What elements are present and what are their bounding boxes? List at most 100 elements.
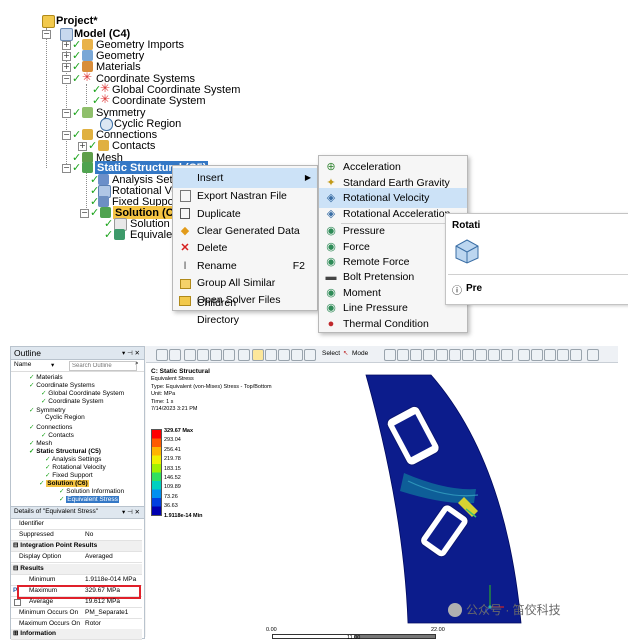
thermal-icon: ●: [327, 318, 335, 330]
menu-item-insert[interactable]: Insert ▶: [173, 168, 317, 188]
zoom-fit-icon[interactable]: [291, 349, 303, 361]
tree-connector: [86, 84, 87, 104]
outline-item-static-structural[interactable]: ✓ Static Structural (C5): [29, 447, 101, 455]
details-section-information[interactable]: ⊞ Information: [11, 629, 142, 640]
result-header: Equivalent Stress Type: Equivalent (von-…: [151, 376, 272, 412]
select-vertex-icon[interactable]: [384, 349, 396, 361]
select-mode-button[interactable]: Select: [322, 350, 340, 357]
outline-item-rotational-velocity[interactable]: ✓ Rotational Velocity: [45, 463, 106, 471]
clipboard-icon[interactable]: [531, 349, 543, 361]
clipboard-icon[interactable]: [544, 349, 556, 361]
menu-item-open-solver-dir[interactable]: Open Solver Files Directory: [173, 290, 317, 326]
extend-icon[interactable]: [501, 349, 513, 361]
contour-legend-bar[interactable]: [151, 429, 162, 516]
outline-item-solution[interactable]: ✓ Solution (C6): [39, 479, 89, 487]
render-icon[interactable]: [223, 349, 235, 361]
search-icon[interactable]: ⌕: [135, 360, 139, 368]
expand-toggle[interactable]: +: [62, 52, 71, 61]
view-cube-icon[interactable]: [184, 349, 196, 361]
collapse-toggle[interactable]: −: [80, 209, 89, 218]
outline-item-symmetry[interactable]: ✓ Symmetry: [29, 406, 66, 414]
rotate-icon[interactable]: [238, 349, 250, 361]
submenu-item-thermal-condition[interactable]: ● Thermal Condition: [319, 314, 467, 334]
select-face-icon[interactable]: [410, 349, 422, 361]
details-row-identifier[interactable]: Identifier: [11, 519, 142, 530]
collapse-toggle[interactable]: −: [42, 30, 51, 39]
outline-item-solution-information[interactable]: ✓ Solution Information: [59, 487, 124, 495]
render-icon[interactable]: [197, 349, 209, 361]
submenu-arrow-icon: ▶: [304, 173, 311, 182]
select-element-icon[interactable]: [449, 349, 461, 361]
symmetry-icon: [82, 107, 93, 118]
extend-icon[interactable]: [488, 349, 500, 361]
collapse-toggle[interactable]: −: [62, 164, 71, 173]
zoom-box-icon[interactable]: [278, 349, 290, 361]
menu-item-export-nastran[interactable]: Export Nastran File: [173, 186, 317, 206]
panel-pin-close-icon[interactable]: ▾ ⊣ ✕: [122, 349, 140, 357]
zoom-out-icon[interactable]: [169, 349, 181, 361]
pan-icon[interactable]: [252, 349, 264, 361]
zoom-icon[interactable]: [265, 349, 277, 361]
status-check-icon: ✓: [72, 106, 82, 119]
status-check-icon: ✓: [72, 128, 82, 141]
search-outline-input[interactable]: [69, 361, 137, 371]
outline-item-coordinate-system[interactable]: ✓ Coordinate System: [41, 397, 104, 405]
select-element-face-icon[interactable]: [462, 349, 474, 361]
select-body-icon[interactable]: [423, 349, 435, 361]
outline-item-equivalent-stress[interactable]: ✓ Equivalent Stress: [59, 495, 119, 503]
select-node-icon[interactable]: [436, 349, 448, 361]
select-edge-icon[interactable]: [397, 349, 409, 361]
insert-icon: [179, 172, 191, 184]
outline-item-fixed-support[interactable]: ✓ Fixed Support: [45, 471, 93, 479]
rotor-sector-model[interactable]: [296, 371, 596, 629]
bolt-icon: ▬: [325, 271, 337, 283]
magnifier-icon[interactable]: [304, 349, 316, 361]
expand-toggle[interactable]: +: [62, 63, 71, 72]
outline-item-materials[interactable]: ✓ Materials: [29, 373, 63, 381]
extend-icon[interactable]: [475, 349, 487, 361]
outline-item-cyclic-region[interactable]: Cyclic Region: [45, 414, 85, 421]
outline-item-analysis-settings[interactable]: ✓ Analysis Settings: [45, 455, 101, 463]
graphics-viewport[interactable]: C: Static Structural Equivalent Stress T…: [146, 363, 618, 641]
duplicate-icon: [180, 208, 190, 219]
outline-item-contacts[interactable]: ✓ Contacts: [41, 431, 74, 439]
collapse-toggle[interactable]: −: [62, 131, 71, 140]
axes-icon: ✳: [82, 70, 93, 84]
details-row-min-occurs[interactable]: Minimum Occurs On PM_Separate1: [11, 608, 142, 619]
details-row-display-option[interactable]: Display Option Averaged: [11, 552, 142, 563]
chart-icon[interactable]: [587, 349, 599, 361]
context-menu: Insert ▶ Export Nastran File Duplicate ◆…: [172, 165, 318, 326]
contacts-icon: [98, 140, 109, 151]
clipboard-icon[interactable]: [570, 349, 582, 361]
parameter-checkbox[interactable]: [14, 599, 21, 606]
status-check-icon: ✓: [104, 228, 114, 241]
clipboard-icon[interactable]: [557, 349, 569, 361]
zoom-in-icon[interactable]: [156, 349, 168, 361]
collapse-toggle[interactable]: −: [62, 109, 71, 118]
status-check-icon: ✓: [72, 161, 82, 174]
geometry-icon: [82, 50, 93, 61]
render-icon[interactable]: [210, 349, 222, 361]
clipboard-icon[interactable]: [518, 349, 530, 361]
pressure-icon: ◉: [326, 225, 336, 237]
outline-item-global-cs[interactable]: ✓ Global Coordinate System: [41, 389, 124, 397]
panel-pin-close-icon[interactable]: ▾ ⊣ ✕: [122, 508, 140, 516]
info-icon: ⓘ: [452, 286, 462, 297]
details-row-suppressed[interactable]: Suppressed No: [11, 530, 142, 541]
expand-toggle[interactable]: +: [62, 41, 71, 50]
outline-item-connections[interactable]: ✓ Connections: [29, 423, 72, 431]
menu-item-delete[interactable]: ✕ Delete: [173, 238, 317, 258]
mode-dropdown[interactable]: Mode: [352, 350, 368, 357]
filter-dropdown-icon[interactable]: ▾: [51, 361, 54, 369]
outline-item-coordinate-systems[interactable]: ✓ Coordinate Systems: [29, 381, 95, 389]
outline-item-mesh[interactable]: ✓ Mesh: [29, 439, 52, 447]
details-row-average[interactable]: Average 19.612 MPa: [11, 597, 142, 608]
cursor-mode-icon[interactable]: ↖: [343, 349, 348, 357]
expand-toggle[interactable]: +: [78, 142, 87, 151]
folder-icon: [179, 296, 191, 306]
collapse-toggle[interactable]: −: [62, 75, 71, 84]
delete-icon: ✕: [180, 242, 190, 254]
outline-titlebar: Outline ▾ ⊣ ✕: [11, 347, 144, 360]
details-section-results[interactable]: ⊟ Results: [11, 564, 142, 575]
details-section-integration[interactable]: ⊟ Integration Point Results: [11, 541, 142, 552]
